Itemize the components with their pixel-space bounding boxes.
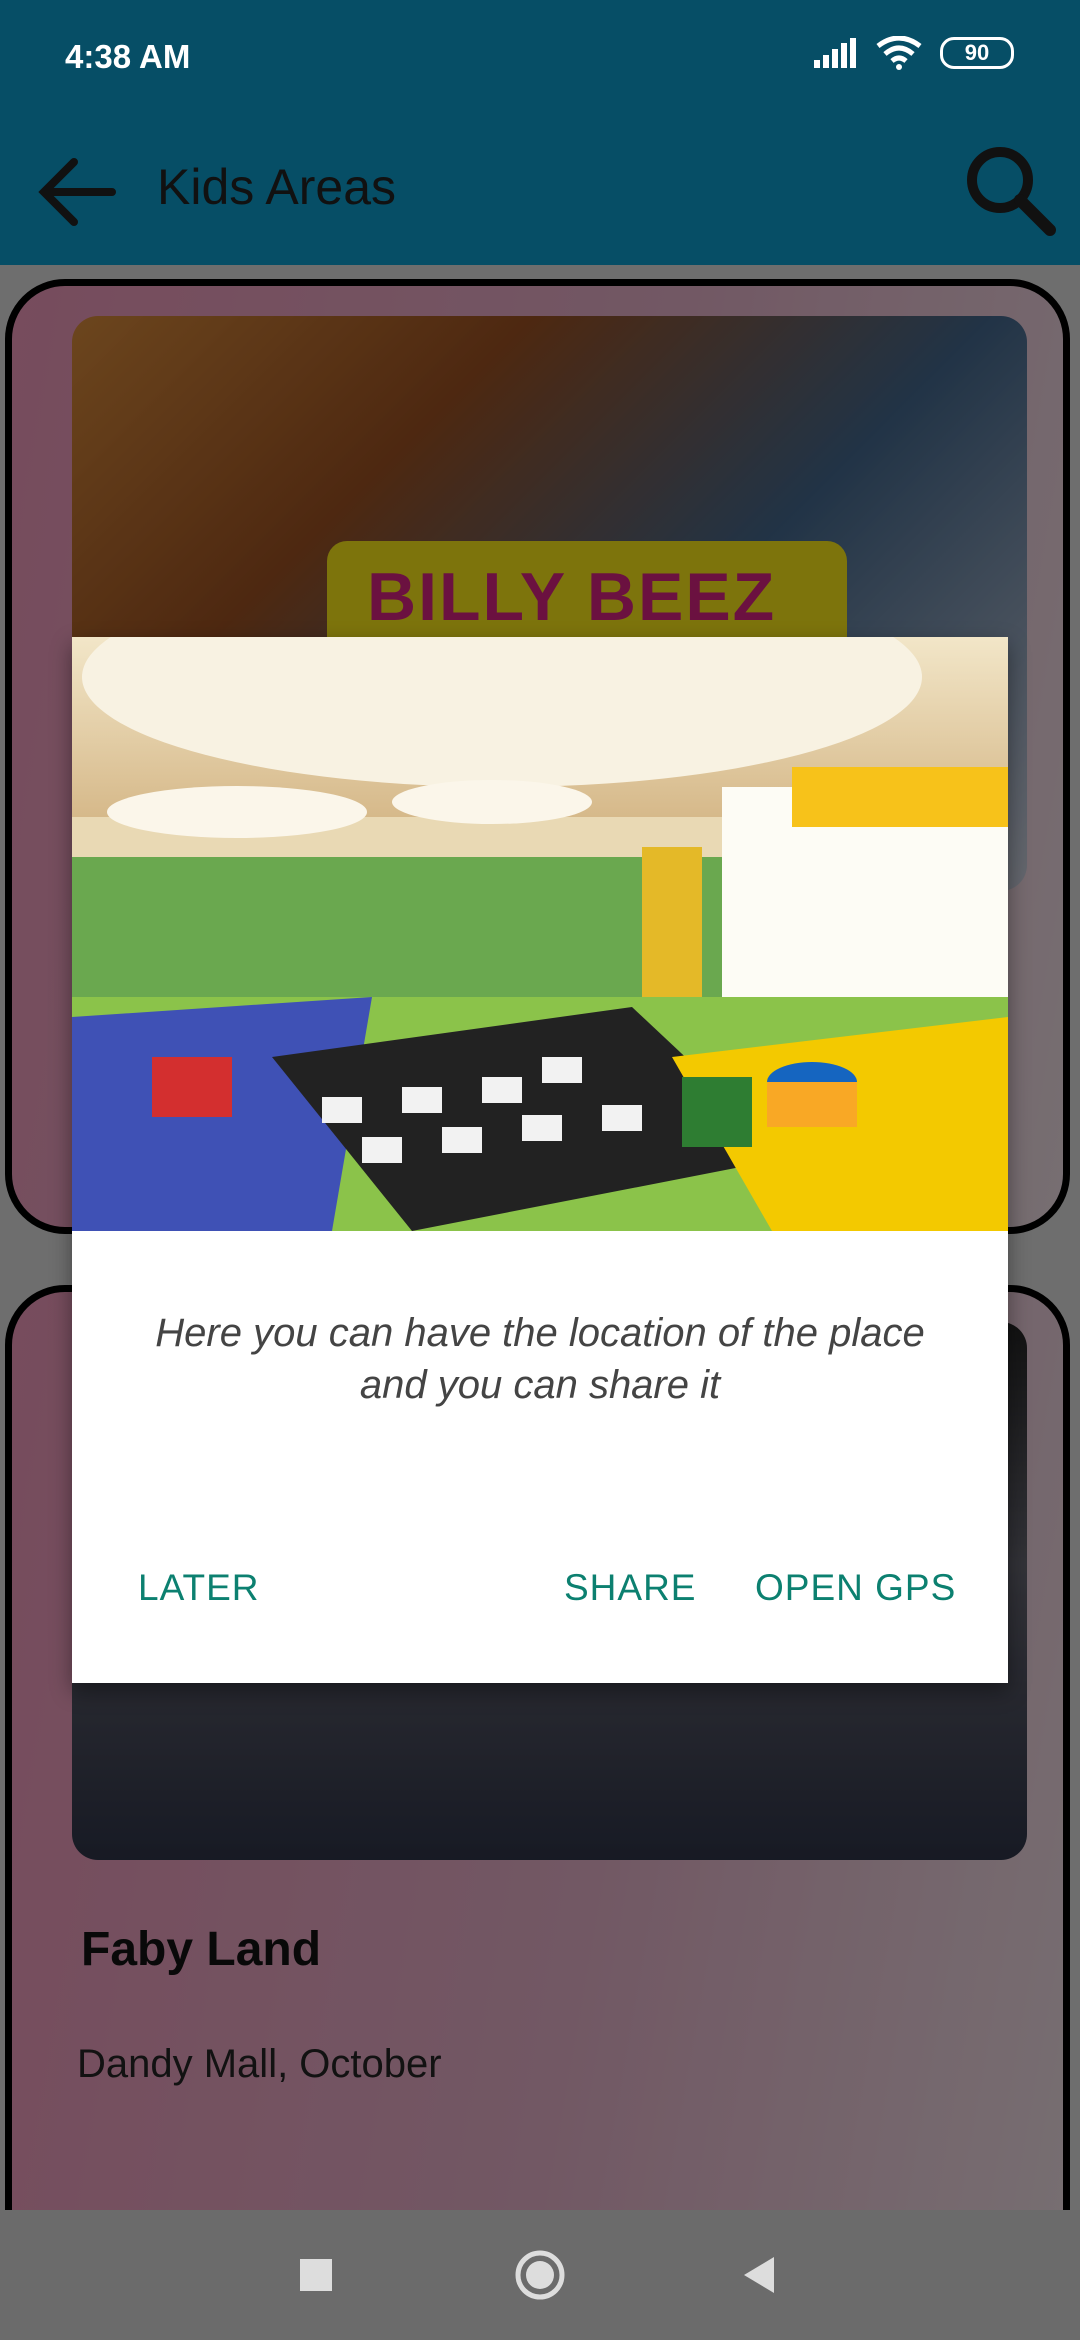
home-icon[interactable] (508, 2243, 572, 2307)
status-time: 4:38 AM (65, 38, 191, 75)
dialog-message: Here you can have the location of the pl… (155, 1311, 925, 1407)
status-icons: 90 (814, 36, 1014, 70)
share-button[interactable]: SHARE (564, 1567, 696, 1609)
back-arrow-icon[interactable] (32, 152, 122, 232)
page-title: Kids Areas (157, 159, 397, 215)
wifi-icon (876, 36, 922, 70)
app-bar: Kids Areas (0, 120, 1080, 265)
search-icon[interactable] (960, 140, 1060, 240)
system-nav-bar (0, 2210, 1080, 2340)
recent-apps-icon[interactable] (284, 2243, 348, 2307)
later-button[interactable]: LATER (138, 1567, 260, 1609)
signal-icon (814, 38, 856, 68)
status-bar: 4:38 AM 90 (0, 0, 1080, 120)
location-dialog: Here you can have the location of the pl… (72, 637, 1008, 1683)
back-icon[interactable] (728, 2243, 792, 2307)
open-gps-button[interactable]: OPEN GPS (755, 1567, 956, 1609)
battery-icon: 90 (940, 37, 1014, 69)
dialog-image (72, 637, 1008, 1231)
